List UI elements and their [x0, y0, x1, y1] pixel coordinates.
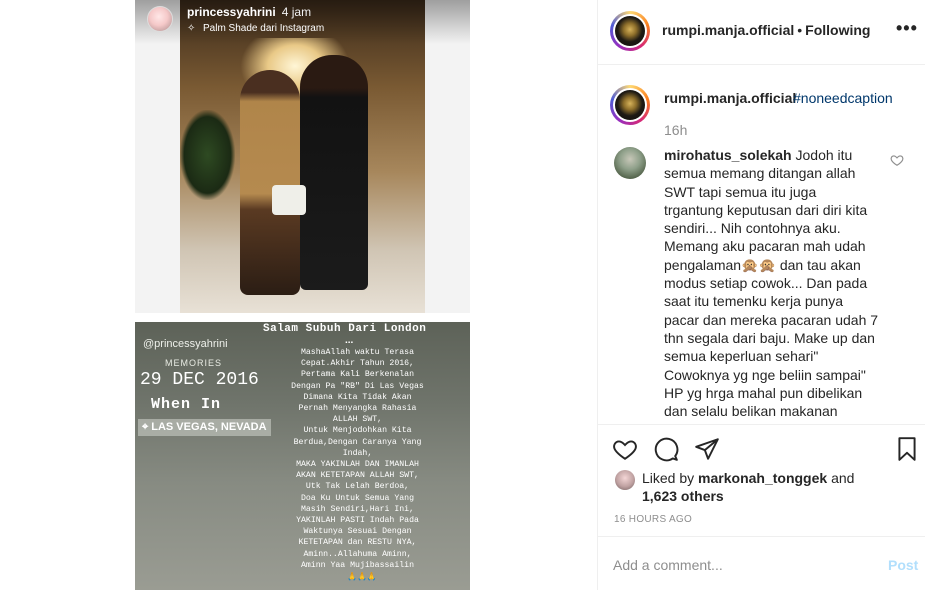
comment-like-heart-icon[interactable] [890, 153, 904, 167]
avatar-inner [613, 88, 647, 122]
action-bar [598, 424, 925, 470]
location-pin-icon: ⌖ [142, 421, 152, 433]
liker-avatar[interactable] [615, 470, 635, 490]
location-text: LAS VEGAS, NEVADA [151, 421, 267, 433]
liked-by-line: Liked by markonah_tonggek and [642, 470, 854, 486]
post-comment-button[interactable]: Post [888, 557, 918, 573]
story2-title: Salam Subuh Dari London [263, 323, 427, 335]
post-side-panel: rumpi.manja.official • Following ••• rumpi… [597, 0, 925, 590]
liker-username[interactable]: markonah_tonggek [698, 470, 827, 486]
handbag [272, 185, 306, 215]
post-timestamp[interactable]: 16 HOURS AGO [614, 514, 692, 525]
caption-username[interactable]: rumpi.manja.official [664, 90, 796, 106]
likes-count-link[interactable]: 1,623 others [642, 488, 724, 504]
story-screenshot-top: princessyahrini 4 jam ✧ Palm Shade dari I… [135, 0, 470, 313]
comment-body: Jodoh itu semua memang ditangan allah SW… [664, 147, 879, 420]
story-avatar [147, 6, 173, 32]
avatar-inner [613, 14, 647, 48]
story-time: 4 jam [281, 5, 312, 19]
author-username[interactable]: rumpi.manja.official [662, 22, 794, 38]
couple-photo [180, 0, 425, 313]
praying-hands-emoji: 🙏🙏🙏 [347, 572, 377, 581]
header-separator: • [797, 22, 803, 38]
story2-body-text: MashaAllah waktu Terasa Cepat.Akhir Tahu… [291, 348, 424, 570]
heart-icon[interactable] [612, 436, 638, 462]
post-header: rumpi.manja.official • Following ••• [598, 0, 925, 65]
comment-bubble-icon[interactable] [653, 436, 679, 462]
avatar-image [615, 16, 645, 46]
memories-date: 29 DEC 2016 [140, 370, 259, 390]
author-avatar[interactable] [610, 11, 650, 51]
memories-label: MEMORIES [165, 358, 223, 368]
avatar-image [615, 90, 645, 120]
story-username: princessyahrini 4 jam [187, 5, 311, 19]
author-username-row: rumpi.manja.official • Following [662, 22, 870, 38]
palm-plant [180, 110, 235, 200]
story-username-text: princessyahrini [187, 5, 276, 19]
comment-input[interactable] [613, 555, 863, 575]
commenter-username[interactable]: mirohatus_solekah [664, 147, 792, 163]
location-sticker: ⌖ LAS VEGAS, NEVADA [138, 419, 271, 436]
caption-avatar[interactable] [610, 85, 650, 125]
commenter-avatar[interactable] [614, 147, 646, 179]
story2-dots: ... [345, 335, 354, 346]
paper-plane-icon[interactable] [694, 436, 720, 462]
caption-hashtag[interactable]: #noneedcaption [793, 90, 893, 106]
add-comment-bar: Post [598, 536, 925, 590]
more-options-button[interactable]: ••• [896, 18, 918, 39]
when-in-label: When In [151, 396, 222, 413]
story-screenshot-bottom: @princessyahrini MEMORIES 29 DEC 2016 Wh… [135, 322, 470, 590]
man-figure [300, 55, 368, 290]
liked-by-prefix: Liked by [642, 470, 699, 486]
bookmark-icon[interactable] [894, 436, 920, 462]
comment: mirohatus_solekah Jodoh itu semua memang… [664, 146, 879, 420]
story-music-label: Palm Shade dari Instagram [203, 23, 325, 34]
post-media[interactable]: princessyahrini 4 jam ✧ Palm Shade dari I… [0, 0, 597, 590]
following-button[interactable]: Following [805, 22, 870, 38]
story2-handle: @princessyahrini [143, 338, 228, 350]
sparkle-music-icon: ✧ [187, 23, 196, 34]
caption-time[interactable]: 16h [664, 122, 687, 138]
woman-figure [240, 70, 300, 295]
liked-by-suffix: and [827, 470, 855, 486]
